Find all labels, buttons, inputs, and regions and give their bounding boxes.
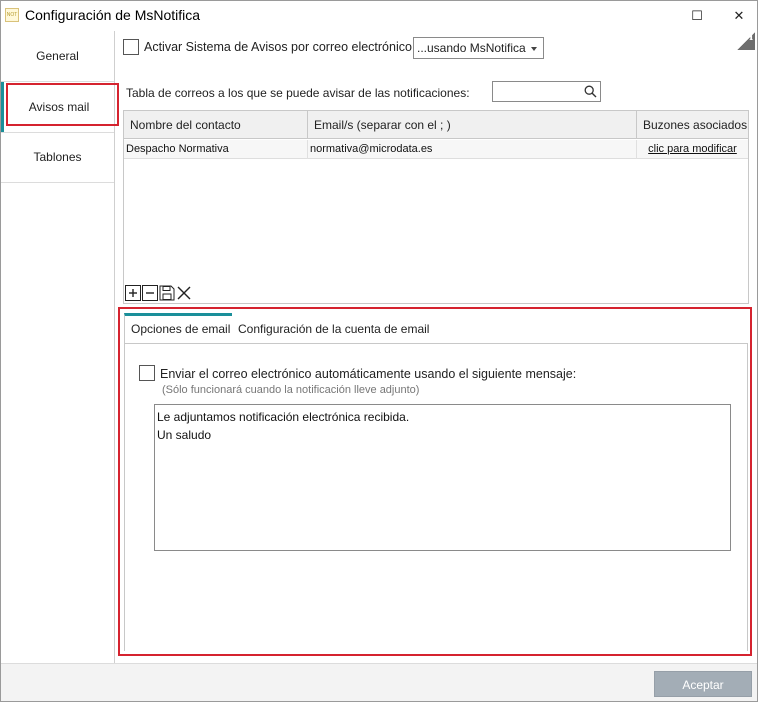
close-button[interactable]: ✕ (728, 5, 750, 27)
window-title: Configuración de MsNotifica (25, 7, 201, 23)
modify-mailboxes-link[interactable]: clic para modificar (637, 140, 748, 159)
sidebar-item-tablones[interactable]: Tablones (1, 132, 114, 182)
email-table-caption: Tabla de correos a los que se puede avis… (126, 86, 470, 100)
sidebar-divider (1, 182, 114, 183)
column-header-email[interactable]: Email/s (separar con el ; ) (308, 111, 637, 139)
table-row[interactable]: Despacho Normativa normativa@microdata.e… (124, 140, 748, 159)
search-icon (584, 85, 597, 98)
activate-mail-label: Activar Sistema de Avisos por correo ele… (144, 40, 412, 54)
info-icon[interactable]: i (737, 32, 755, 50)
method-dropdown-value: ...usando MsNotifica (417, 41, 526, 55)
title-bar: NOT Configuración de MsNotifica ☐ ✕ (1, 1, 757, 31)
auto-send-note: (Sólo funcionará cuando la notificación … (162, 384, 420, 396)
maximize-button[interactable]: ☐ (686, 5, 708, 27)
auto-send-checkbox[interactable] (139, 365, 155, 381)
column-header-contact[interactable]: Nombre del contacto (124, 111, 308, 139)
email-table: Nombre del contacto Email/s (separar con… (123, 110, 749, 304)
sidebar: General Avisos mail Tablones (1, 31, 115, 663)
column-header-mailboxes[interactable]: Buzones asociados (637, 111, 748, 139)
app-icon: NOT (5, 8, 19, 22)
maximize-icon: ☐ (691, 8, 703, 23)
tab-email-options[interactable]: Opciones de email (124, 313, 238, 343)
cell-contact[interactable]: Despacho Normativa (124, 140, 308, 159)
config-window: NOT Configuración de MsNotifica ☐ ✕ Gene… (0, 0, 758, 702)
remove-icon[interactable] (142, 285, 158, 301)
cell-email[interactable]: normativa@microdata.es (308, 140, 637, 159)
accept-button[interactable]: Aceptar (654, 671, 752, 697)
chevron-down-icon (531, 47, 537, 51)
method-dropdown[interactable]: ...usando MsNotifica (413, 37, 544, 59)
email-table-header: Nombre del contacto Email/s (separar con… (124, 111, 748, 139)
sidebar-item-general[interactable]: General (1, 31, 114, 81)
close-icon: ✕ (733, 8, 745, 23)
footer-bar (1, 663, 757, 701)
add-icon[interactable] (125, 285, 141, 301)
sidebar-item-avisos-mail[interactable]: Avisos mail (1, 82, 114, 132)
activate-mail-checkbox[interactable] (123, 39, 139, 55)
message-textarea[interactable]: Le adjuntamos notificación electrónica r… (154, 404, 731, 551)
tab-email-account[interactable]: Configuración de la cuenta de email (232, 313, 436, 343)
save-icon[interactable] (159, 285, 175, 301)
auto-send-label: Enviar el correo electrónico automáticam… (160, 367, 577, 381)
search-input[interactable] (492, 81, 601, 102)
delete-icon[interactable] (176, 285, 192, 301)
